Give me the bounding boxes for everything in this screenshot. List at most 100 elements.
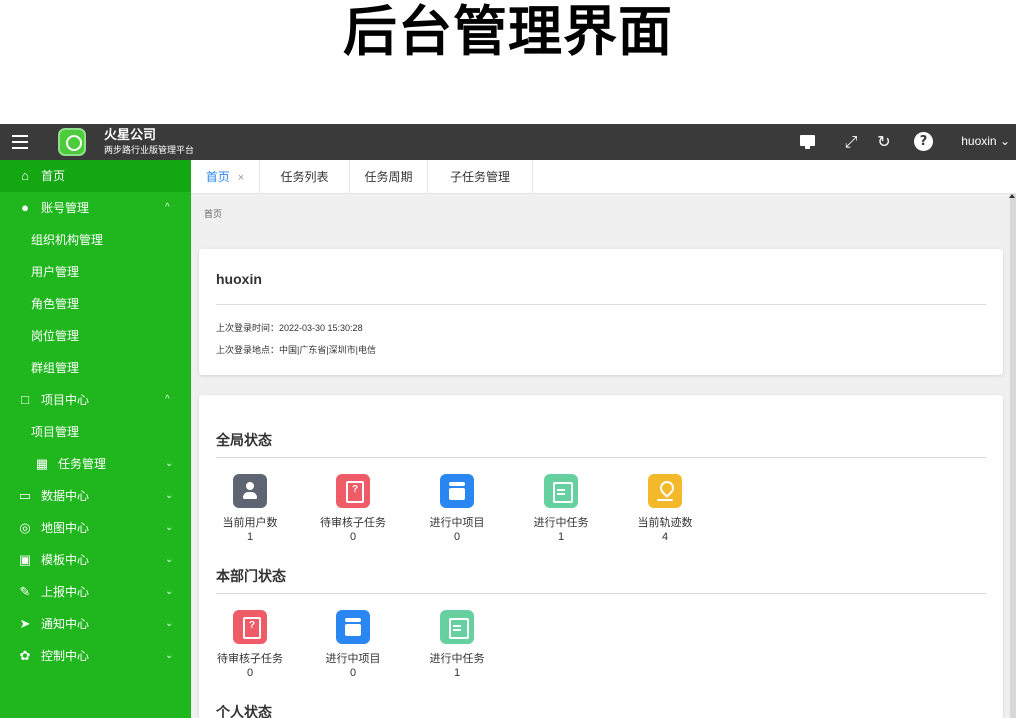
tab-task-list[interactable]: 任务列表 — [260, 160, 350, 194]
gear-icon: ✿ — [19, 648, 31, 663]
app-logo-icon — [58, 128, 86, 156]
sidebar-item-report-center[interactable]: ✎ 上报中心 ⌄ — [0, 576, 191, 608]
global-current-tracks: 当前轨迹数 4 — [620, 474, 710, 556]
template-icon: ▣ — [18, 552, 32, 567]
stat-label: 待审核子任务 — [217, 653, 283, 665]
user-icon — [233, 474, 267, 508]
vertical-scrollbar[interactable] — [1009, 194, 1016, 718]
home-icon: ⌂ — [21, 168, 29, 183]
global-status-divider — [216, 457, 986, 458]
sidebar-item-control-center[interactable]: ✿ 控制中心 ⌄ — [0, 640, 191, 672]
sidebar-label: 群组管理 — [31, 361, 80, 375]
audit-icon — [336, 474, 370, 508]
sidebar-label: 账号管理 — [41, 201, 90, 215]
stat-value: 1 — [453, 667, 461, 679]
chevron-down-icon: ⌄ — [165, 490, 174, 501]
department-status-divider — [216, 593, 986, 594]
status-card: 全局状态 当前用户数 1 待审核子任务 0 进行中项目 0 进行中任务 1 当前轨迹数 4… — [199, 395, 1003, 718]
sidebar-label: 项目管理 — [31, 425, 80, 439]
track-icon — [648, 474, 682, 508]
sidebar-item-data-center[interactable]: ▭ 数据中心 ⌄ — [0, 480, 191, 512]
database-icon: ▭ — [18, 488, 32, 503]
map-icon: ◎ — [19, 520, 31, 535]
sidebar: ⌂ 首页 ● 账号管理 ^ 组织机构管理 用户管理 角色管理 岗位管理 群组管理 □ 项… — [0, 160, 191, 718]
help-icon[interactable]: ? — [914, 132, 933, 151]
folder-icon: □ — [21, 392, 29, 407]
main-content: 首页 × 任务列表 任务周期 子任务管理 首页 huoxin 上次登录时间：202… — [191, 160, 1016, 718]
chevron-down-icon: ⌄ — [165, 650, 174, 661]
platform-tagline: 两步路行业版管理平台 — [104, 145, 195, 155]
user-icon: ● — [21, 200, 29, 215]
sidebar-item-groups[interactable]: 群组管理 — [0, 352, 191, 384]
sidebar-item-project-management[interactable]: 项目管理 — [0, 416, 191, 448]
sidebar-item-task-management[interactable]: ▦ 任务管理 ⌄ — [0, 448, 191, 480]
sidebar-item-organization[interactable]: 组织机构管理 — [0, 224, 191, 256]
tab-label: 子任务管理 — [449, 170, 510, 184]
tab-label: 任务周期 — [364, 170, 413, 184]
stat-value: 1 — [557, 531, 565, 543]
sidebar-label: 首页 — [41, 169, 66, 183]
sidebar-item-project-center[interactable]: □ 项目中心 ^ — [0, 384, 191, 416]
stat-value: 0 — [349, 531, 357, 543]
global-active-projects: 进行中项目 0 — [412, 474, 502, 556]
sidebar-label: 组织机构管理 — [31, 233, 104, 247]
stat-value: 1 — [246, 531, 254, 543]
sidebar-item-home[interactable]: ⌂ 首页 — [0, 160, 191, 192]
chevron-up-icon: ^ — [165, 202, 170, 213]
stat-label: 待审核子任务 — [320, 517, 386, 529]
stat-label: 进行中任务 — [533, 517, 589, 529]
stat-label: 进行中任务 — [429, 653, 485, 665]
stat-value: 0 — [246, 667, 254, 679]
sidebar-label: 地图中心 — [41, 521, 90, 535]
profile-card: huoxin 上次登录时间：2022-03-30 15:30:28 上次登录地点… — [199, 249, 1003, 375]
tab-task-cycle[interactable]: 任务周期 — [350, 160, 428, 194]
chevron-down-icon: ⌄ — [165, 618, 174, 629]
chevron-up-icon: ^ — [165, 394, 170, 405]
global-pending-subtasks: 待审核子任务 0 — [308, 474, 398, 556]
sidebar-item-positions[interactable]: 岗位管理 — [0, 320, 191, 352]
chevron-down-icon: ⌄ — [165, 522, 174, 533]
sidebar-label: 通知中心 — [41, 617, 90, 631]
close-icon[interactable]: × — [238, 172, 244, 184]
pen-icon: ✎ — [19, 584, 31, 599]
tab-subtask-management[interactable]: 子任务管理 — [428, 160, 533, 194]
chevron-down-icon: ⌄ — [165, 554, 174, 565]
sidebar-item-account[interactable]: ● 账号管理 ^ — [0, 192, 191, 224]
stat-label: 当前用户数 — [222, 517, 278, 529]
screenshot-page: 后台管理界面 火星公司 两步路行业版管理平台 ⤢ ↻ ? huoxin ⌄ ⌂ 首… — [0, 0, 1016, 718]
refresh-icon[interactable]: ↻ — [874, 132, 894, 152]
fullscreen-icon[interactable]: ⤢ — [841, 132, 861, 152]
department-pending-subtasks: 待审核子任务 0 — [205, 610, 295, 692]
menu-icon[interactable] — [12, 135, 28, 149]
project-icon — [440, 474, 474, 508]
global-current-users: 当前用户数 1 — [205, 474, 295, 556]
tab-home[interactable]: 首页 × — [191, 160, 260, 194]
project-icon — [336, 610, 370, 644]
admin-app: 火星公司 两步路行业版管理平台 ⤢ ↻ ? huoxin ⌄ ⌂ 首页 ● 账号管理… — [0, 124, 1016, 718]
breadcrumb: 首页 — [204, 209, 223, 219]
tab-label: 任务列表 — [280, 170, 329, 184]
sidebar-item-template-center[interactable]: ▣ 模板中心 ⌄ — [0, 544, 191, 576]
sidebar-label: 任务管理 — [58, 457, 107, 471]
department-active-tasks: 进行中任务 1 — [412, 610, 502, 692]
sidebar-label: 项目中心 — [41, 393, 90, 407]
grid-icon: ▦ — [35, 456, 49, 471]
stat-value: 0 — [349, 667, 357, 679]
monitor-icon[interactable] — [798, 132, 818, 152]
last-login-place: 上次登录地点：中国|广东省|深圳市|电信 — [216, 345, 377, 355]
stat-label: 进行中项目 — [325, 653, 381, 665]
sidebar-label: 角色管理 — [31, 297, 80, 311]
sidebar-item-roles[interactable]: 角色管理 — [0, 288, 191, 320]
stat-label: 进行中项目 — [429, 517, 485, 529]
sidebar-item-map-center[interactable]: ◎ 地图中心 ⌄ — [0, 512, 191, 544]
sidebar-item-notification-center[interactable]: ➤ 通知中心 ⌄ — [0, 608, 191, 640]
tab-label: 首页 — [205, 170, 230, 184]
tab-bar: 首页 × 任务列表 任务周期 子任务管理 — [191, 160, 1016, 194]
chevron-down-icon: ⌄ — [996, 134, 1010, 148]
department-status-title: 本部门状态 — [216, 568, 286, 584]
stat-label: 当前轨迹数 — [637, 517, 693, 529]
profile-name: huoxin — [216, 271, 262, 287]
sidebar-item-users[interactable]: 用户管理 — [0, 256, 191, 288]
sidebar-label: 数据中心 — [41, 489, 90, 503]
user-menu[interactable]: huoxin ⌄ — [961, 134, 1010, 148]
